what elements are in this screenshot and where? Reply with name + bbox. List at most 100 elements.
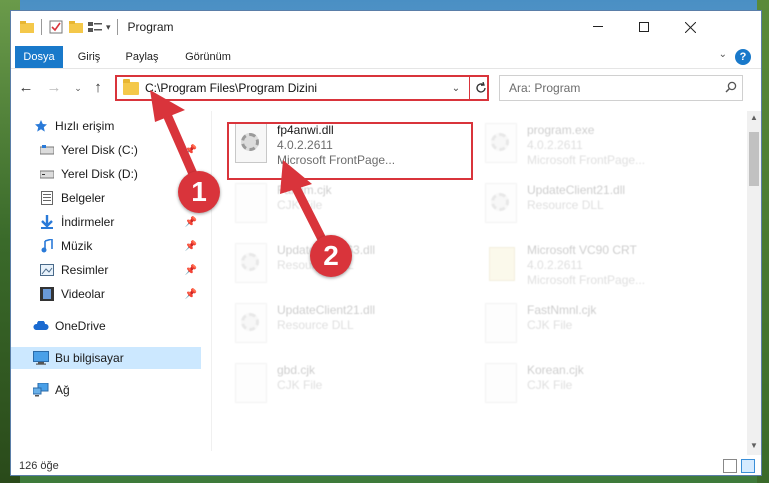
manifest-file-icon	[481, 241, 523, 289]
navigation-bar: ← → ⌄ ↑ C:\Program Files\Program Dizini …	[11, 71, 761, 105]
pin-icon[interactable]: 📌	[185, 265, 197, 276]
recent-dropdown-icon[interactable]: ⌄	[69, 79, 87, 97]
sidebar-item-videos[interactable]: Videolar 📌	[11, 283, 201, 305]
sidebar-item-label: Müzik	[61, 239, 93, 253]
tab-share[interactable]: Paylaş	[115, 46, 169, 68]
sidebar-item-label: Hızlı erişim	[55, 119, 115, 133]
folder-icon	[19, 19, 35, 35]
step-badge-2: 2	[310, 235, 352, 277]
folder-icon	[123, 78, 139, 95]
close-button[interactable]	[667, 11, 713, 43]
pin-icon[interactable]: 📌	[185, 145, 197, 156]
sidebar-item-this-pc[interactable]: Bu bilgisayar	[11, 347, 201, 369]
file-name: Microsoft VC90 CRT	[527, 243, 637, 257]
sidebar-item-label: Videolar	[61, 287, 105, 301]
forward-arrow-icon[interactable]: →	[45, 79, 63, 97]
file-icon	[481, 361, 523, 409]
file-item-vc90-crt[interactable]: Microsoft VC90 CRT 4.0.2.2611 Microsoft …	[481, 241, 717, 297]
pictures-icon	[39, 262, 55, 278]
videos-icon	[39, 286, 55, 302]
scrollbar-thumb[interactable]	[749, 132, 759, 186]
refresh-icon	[475, 82, 486, 93]
qa-dropdown-icon[interactable]: ▾	[106, 22, 111, 33]
details-view-icon[interactable]	[723, 459, 737, 473]
sidebar-item-network[interactable]: Ağ	[11, 379, 201, 401]
file-item-fastnmnl[interactable]: FastNmnl.cjk CJK File	[481, 301, 717, 357]
file-name: FastNmnl.cjk	[527, 303, 597, 317]
exe-file-icon	[481, 121, 523, 169]
file-version: 4.0.2.2611	[527, 138, 583, 152]
download-icon	[39, 214, 55, 230]
window-title: Program	[127, 20, 174, 34]
file-version: 4.0.2.2611	[527, 258, 583, 272]
dll-file-icon	[231, 301, 273, 349]
file-description: Microsoft FrontPage...	[527, 153, 646, 167]
sidebar-item-documents[interactable]: Belgeler 📌	[11, 187, 201, 209]
sidebar-item-label: Yerel Disk (C:)	[61, 143, 138, 157]
title-bar: ▾ Program	[11, 11, 761, 43]
file-icon	[231, 181, 273, 229]
search-input[interactable]: Ara: Program	[500, 81, 720, 95]
step-badge-1: 1	[178, 171, 220, 213]
drive-icon	[39, 166, 55, 182]
network-icon	[33, 382, 49, 398]
tiles-view-icon[interactable]	[741, 459, 755, 473]
sidebar-item-label: Ağ	[55, 383, 70, 397]
dll-file-icon	[231, 241, 273, 289]
file-item-farsim[interactable]: Farsim.cjk CJK File	[231, 181, 467, 237]
new-folder-icon[interactable]	[68, 19, 84, 35]
chevron-down-icon[interactable]: ⌄	[719, 49, 727, 60]
address-path[interactable]: C:\Program Files\Program Dizini	[145, 81, 447, 95]
file-item-gbd[interactable]: gbd.cjk CJK File	[231, 361, 467, 417]
refresh-button[interactable]	[469, 75, 491, 101]
tab-view[interactable]: Görünüm	[175, 46, 241, 68]
scroll-down-arrow-icon[interactable]: ▼	[747, 439, 761, 453]
minimize-button[interactable]	[575, 11, 621, 43]
up-arrow-icon[interactable]: ↑	[89, 79, 107, 97]
pin-icon[interactable]: 📌	[185, 217, 197, 228]
file-item-updateclient21-a[interactable]: UpdateClient21.dll Resource DLL	[481, 181, 717, 237]
file-description: Microsoft FrontPage...	[527, 273, 646, 287]
pane-divider	[211, 111, 212, 451]
help-icon[interactable]: ?	[735, 49, 751, 65]
item-count: 126 öğe	[19, 460, 59, 472]
pin-icon[interactable]: 📌	[185, 289, 197, 300]
separator	[116, 19, 118, 35]
file-type: CJK File	[277, 378, 323, 392]
sidebar-item-quick-access[interactable]: Hızlı erişim	[11, 115, 201, 137]
file-type: Resource DLL	[527, 198, 604, 212]
sidebar-item-downloads[interactable]: İndirmeler 📌	[11, 211, 201, 233]
tab-file[interactable]: Dosya	[15, 46, 63, 68]
highlight-box	[227, 122, 473, 180]
view-options-icon[interactable]	[88, 19, 104, 35]
file-type: CJK File	[527, 378, 573, 392]
address-bar[interactable]: C:\Program Files\Program Dizini ⌄	[115, 75, 489, 101]
file-item-korean[interactable]: Korean.cjk CJK File	[481, 361, 717, 417]
documents-icon	[39, 190, 55, 206]
file-name: program.exe	[527, 123, 595, 137]
sidebar-item-local-disk-c[interactable]: Yerel Disk (C:) 📌	[11, 139, 201, 161]
search-icon[interactable]	[720, 81, 742, 96]
explorer-window: ▾ Program Dosya Giriş Paylaş Görünüm ⌄ ?…	[10, 10, 762, 476]
sidebar-item-onedrive[interactable]: OneDrive	[11, 315, 201, 337]
scroll-up-arrow-icon[interactable]: ▲	[747, 111, 761, 125]
sidebar-item-pictures[interactable]: Resimler 📌	[11, 259, 201, 281]
file-type: CJK File	[527, 318, 573, 332]
file-name: Farsim.cjk	[277, 183, 332, 197]
file-item-program-exe[interactable]: program.exe 4.0.2.2611 Microsoft FrontPa…	[481, 121, 717, 177]
separator	[41, 19, 42, 35]
maximize-button[interactable]	[621, 11, 667, 43]
tab-home[interactable]: Giriş	[69, 46, 109, 68]
file-item-updateclient21-b[interactable]: UpdateClient21.dll Resource DLL	[231, 301, 467, 357]
sidebar-item-music[interactable]: Müzik 📌	[11, 235, 201, 257]
search-box[interactable]: Ara: Program	[499, 75, 743, 101]
pin-icon[interactable]: 📌	[185, 241, 197, 252]
status-bar: 126 öğe	[11, 455, 761, 475]
properties-icon[interactable]	[48, 19, 64, 35]
chevron-down-icon[interactable]: ⌄	[447, 83, 465, 94]
file-icon	[231, 361, 273, 409]
file-name: UpdateClient21.dll	[277, 303, 376, 317]
back-arrow-icon[interactable]: ←	[17, 79, 35, 97]
file-name: Korean.cjk	[527, 363, 584, 377]
sidebar-item-local-disk-d[interactable]: Yerel Disk (D:)	[11, 163, 201, 185]
